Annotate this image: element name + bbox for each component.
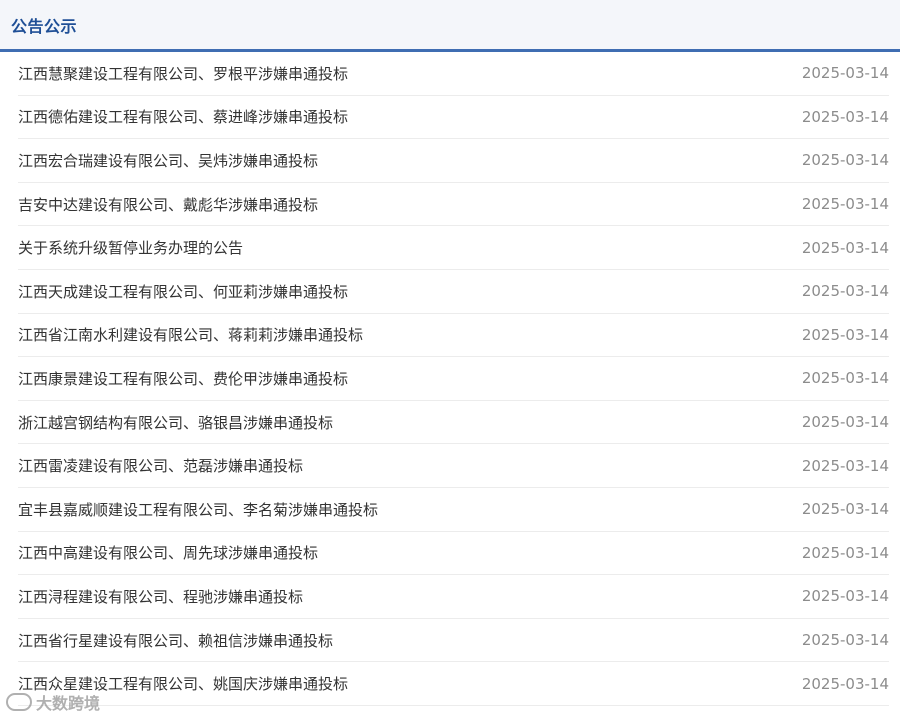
notice-list: 江西慧聚建设工程有限公司、罗根平涉嫌串通投标 2025-03-14 江西德佑建设… bbox=[0, 52, 900, 706]
notice-title[interactable]: 宜丰县嘉威顺建设工程有限公司、李名菊涉嫌串通投标 bbox=[18, 499, 378, 520]
notice-title[interactable]: 江西康景建设工程有限公司、费伦甲涉嫌串通投标 bbox=[18, 368, 348, 389]
watermark: 大数跨境 bbox=[6, 690, 100, 714]
notice-item[interactable]: 宜丰县嘉威顺建设工程有限公司、李名菊涉嫌串通投标 2025-03-14 bbox=[18, 488, 889, 532]
notice-date: 2025-03-14 bbox=[801, 107, 889, 126]
notice-title[interactable]: 江西浔程建设有限公司、程驰涉嫌串通投标 bbox=[18, 586, 303, 607]
watermark-text: 大数跨境 bbox=[36, 694, 101, 713]
notice-title[interactable]: 江西省江南水利建设有限公司、蒋莉莉涉嫌串通投标 bbox=[18, 324, 363, 345]
notice-item[interactable]: 江西雷凌建设有限公司、范磊涉嫌串通投标 2025-03-14 bbox=[18, 444, 889, 488]
notice-item[interactable]: 吉安中达建设有限公司、戴彪华涉嫌串通投标 2025-03-14 bbox=[18, 183, 889, 227]
notice-title[interactable]: 江西德佑建设工程有限公司、蔡进峰涉嫌串通投标 bbox=[18, 106, 348, 127]
notice-item[interactable]: 江西众星建设工程有限公司、姚国庆涉嫌串通投标 2025-03-14 bbox=[18, 662, 889, 706]
notice-title[interactable]: 江西雷凌建设有限公司、范磊涉嫌串通投标 bbox=[18, 455, 303, 476]
notice-item[interactable]: 江西天成建设工程有限公司、何亚莉涉嫌串通投标 2025-03-14 bbox=[18, 270, 889, 314]
notice-date: 2025-03-14 bbox=[801, 500, 889, 519]
notice-item[interactable]: 浙江越宫钢结构有限公司、骆银昌涉嫌串通投标 2025-03-14 bbox=[18, 401, 889, 445]
notice-item[interactable]: 关于系统升级暂停业务办理的公告 2025-03-14 bbox=[18, 226, 889, 270]
notice-item[interactable]: 江西康景建设工程有限公司、费伦甲涉嫌串通投标 2025-03-14 bbox=[18, 357, 889, 401]
notice-date: 2025-03-14 bbox=[801, 238, 889, 257]
notice-title[interactable]: 江西慧聚建设工程有限公司、罗根平涉嫌串通投标 bbox=[18, 63, 348, 84]
notice-title[interactable]: 江西天成建设工程有限公司、何亚莉涉嫌串通投标 bbox=[18, 281, 348, 302]
notice-item[interactable]: 江西省江南水利建设有限公司、蒋莉莉涉嫌串通投标 2025-03-14 bbox=[18, 314, 889, 358]
notice-date: 2025-03-14 bbox=[801, 369, 889, 388]
notice-title[interactable]: 江西宏合瑞建设有限公司、吴炜涉嫌串通投标 bbox=[18, 150, 318, 171]
panel-header: 公告公示 bbox=[0, 0, 900, 52]
notice-date: 2025-03-14 bbox=[801, 325, 889, 344]
notice-panel: 公告公示 江西慧聚建设工程有限公司、罗根平涉嫌串通投标 2025-03-14 江… bbox=[0, 0, 900, 718]
notice-item[interactable]: 江西浔程建设有限公司、程驰涉嫌串通投标 2025-03-14 bbox=[18, 575, 889, 619]
panel-title: 公告公示 bbox=[11, 16, 78, 36]
notice-item[interactable]: 江西德佑建设工程有限公司、蔡进峰涉嫌串通投标 2025-03-14 bbox=[18, 96, 889, 140]
notice-item[interactable]: 江西中高建设有限公司、周先球涉嫌串通投标 2025-03-14 bbox=[18, 532, 889, 576]
notice-item[interactable]: 江西省行星建设有限公司、赖祖信涉嫌串通投标 2025-03-14 bbox=[18, 619, 889, 663]
notice-title[interactable]: 江西省行星建设有限公司、赖祖信涉嫌串通投标 bbox=[18, 630, 333, 651]
notice-date: 2025-03-14 bbox=[801, 64, 889, 83]
notice-item[interactable]: 江西慧聚建设工程有限公司、罗根平涉嫌串通投标 2025-03-14 bbox=[18, 52, 889, 96]
notice-item[interactable]: 江西宏合瑞建设有限公司、吴炜涉嫌串通投标 2025-03-14 bbox=[18, 139, 889, 183]
watermark-logo-icon bbox=[6, 693, 32, 711]
notice-title[interactable]: 关于系统升级暂停业务办理的公告 bbox=[18, 237, 243, 258]
notice-date: 2025-03-14 bbox=[801, 674, 889, 693]
notice-title[interactable]: 浙江越宫钢结构有限公司、骆银昌涉嫌串通投标 bbox=[18, 412, 333, 433]
notice-date: 2025-03-14 bbox=[801, 282, 889, 301]
notice-title[interactable]: 吉安中达建设有限公司、戴彪华涉嫌串通投标 bbox=[18, 194, 318, 215]
notice-date: 2025-03-14 bbox=[801, 631, 889, 650]
notice-date: 2025-03-14 bbox=[801, 151, 889, 170]
notice-date: 2025-03-14 bbox=[801, 456, 889, 475]
notice-title[interactable]: 江西中高建设有限公司、周先球涉嫌串通投标 bbox=[18, 542, 318, 563]
notice-date: 2025-03-14 bbox=[801, 195, 889, 214]
notice-date: 2025-03-14 bbox=[801, 587, 889, 606]
notice-date: 2025-03-14 bbox=[801, 413, 889, 432]
notice-date: 2025-03-14 bbox=[801, 543, 889, 562]
